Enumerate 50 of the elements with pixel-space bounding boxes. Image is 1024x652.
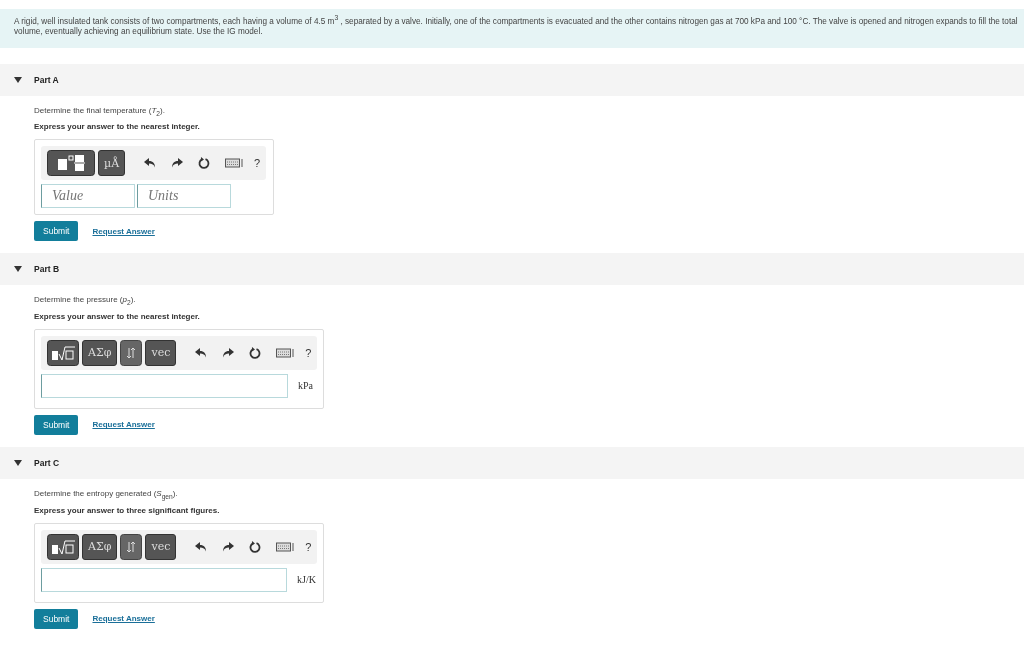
part-header[interactable]: Part A xyxy=(0,63,1024,96)
symbol-button[interactable]: µÅ xyxy=(98,150,126,177)
arrows-button-icon[interactable] xyxy=(120,533,143,560)
undo-icon[interactable] xyxy=(195,347,208,358)
symbol-button[interactable]: vec xyxy=(145,339,177,366)
symbol-button[interactable]: ΑΣφ xyxy=(82,533,118,560)
redo-icon[interactable] xyxy=(222,347,235,358)
keyboard-icon[interactable] xyxy=(276,541,297,552)
question-text: Determine the entropy generated (S$_{gen}$). xyxy=(34,488,179,500)
problem-statement: A rigid, well insulated tank consists of two compartments, each having a volume of 4.5 m$^{3}$ , separated by a valve. Initially, one of the compartments is evacuated and the other contains nitrogen gas at 700 kPa and 100 °C. The valve is opened and nitrogen expands to fill the total volume, eventually achieving an equilibrium state. Use the IG model. xyxy=(0,9,1024,48)
answer-field[interactable]: Units xyxy=(137,184,231,209)
part-title: Part C xyxy=(34,457,60,468)
help-button[interactable]: ? xyxy=(248,157,261,170)
submit-button[interactable]: Submit xyxy=(34,608,79,629)
answer-field[interactable]: Value xyxy=(41,184,135,209)
keyboard-icon[interactable] xyxy=(276,347,297,358)
question-text: Determine the pressure (p$_{2}$). xyxy=(34,295,137,306)
symbol-button[interactable]: ΑΣφ xyxy=(82,339,118,366)
request-answer-link[interactable]: Request Answer xyxy=(92,226,155,236)
submit-button[interactable]: Submit xyxy=(34,414,79,435)
part-header[interactable]: Part B xyxy=(0,253,1024,286)
instruction-text: Express your answer to the nearest integer. xyxy=(34,311,201,321)
request-answer-link[interactable]: Request Answer xyxy=(92,420,155,430)
part-header[interactable]: Part C xyxy=(0,446,1024,479)
request-answer-link[interactable]: Request Answer xyxy=(92,614,155,623)
arrows-button-icon[interactable] xyxy=(120,339,143,366)
reset-icon[interactable] xyxy=(198,157,211,170)
submit-button[interactable]: Submit xyxy=(34,221,79,242)
keyboard-icon[interactable] xyxy=(225,158,246,169)
answer-field[interactable] xyxy=(41,373,288,398)
help-button[interactable]: ? xyxy=(299,346,312,359)
part-title: Part B xyxy=(34,264,60,275)
reset-icon[interactable] xyxy=(249,540,262,553)
undo-icon[interactable] xyxy=(144,158,157,169)
part-title: Part A xyxy=(34,74,59,85)
answer-field[interactable] xyxy=(41,567,288,592)
redo-icon[interactable] xyxy=(171,158,184,169)
redo-icon[interactable] xyxy=(222,541,235,552)
symbol-button[interactable]: vec xyxy=(145,533,177,560)
question-text: Determine the final temperature (T$_{2}$). xyxy=(34,105,166,117)
reset-icon[interactable] xyxy=(249,346,262,359)
instruction-text: Express your answer to three significant figures. xyxy=(34,505,221,515)
instruction-text: Express your answer to the nearest integer. xyxy=(34,122,201,132)
help-button[interactable]: ? xyxy=(299,540,312,553)
root-template-icon[interactable] xyxy=(47,533,79,560)
root-template-icon[interactable] xyxy=(47,339,79,366)
unit-label: kPa xyxy=(298,380,313,392)
template-button-icon[interactable] xyxy=(47,150,95,177)
unit-label: kJ/K xyxy=(297,574,316,585)
undo-icon[interactable] xyxy=(195,541,208,552)
